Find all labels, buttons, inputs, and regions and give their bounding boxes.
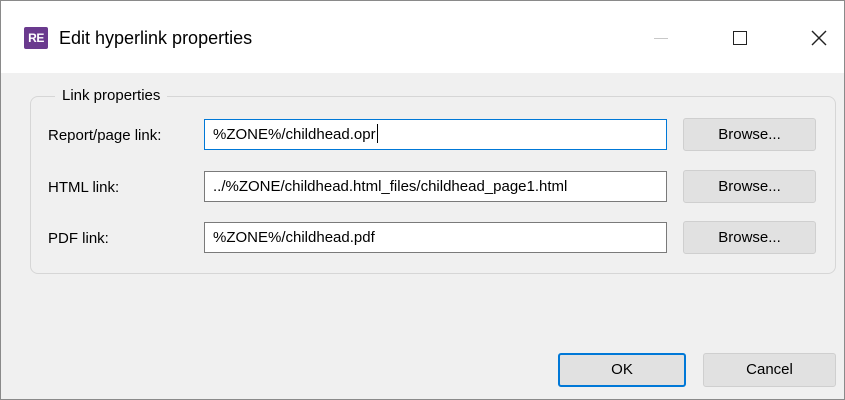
text-caret [376, 124, 378, 143]
minimize-icon [654, 37, 668, 39]
title-bar[interactable]: RE Edit hyperlink properties [1, 1, 844, 73]
cancel-button[interactable]: Cancel [703, 353, 836, 387]
group-title: Link properties [55, 85, 168, 107]
pdf-link-input[interactable]: %ZONE%/childhead.pdf [204, 222, 667, 253]
report-page-link-input[interactable]: %ZONE%/childhead.opr [204, 119, 667, 150]
browse-pdf-button[interactable]: Browse... [683, 221, 816, 254]
html-link-label: HTML link: [48, 179, 120, 196]
window-title: Edit hyperlink properties [59, 28, 253, 48]
close-icon [811, 30, 827, 46]
app-icon: RE [24, 27, 48, 49]
close-button[interactable] [799, 19, 839, 57]
browse-report-button[interactable]: Browse... [683, 118, 816, 151]
pdf-link-label: PDF link: [48, 230, 109, 247]
browse-html-button[interactable]: Browse... [683, 170, 816, 203]
ok-button[interactable]: OK [558, 353, 686, 387]
maximize-icon [733, 31, 747, 45]
maximize-button[interactable] [720, 19, 760, 57]
minimize-button[interactable] [641, 19, 681, 57]
html-link-input[interactable]: ../%ZONE/childhead.html_files/childhead_… [204, 171, 667, 202]
report-page-link-label: Report/page link: [48, 127, 162, 144]
dialog-window: RE Edit hyperlink properties Link proper… [0, 0, 845, 400]
